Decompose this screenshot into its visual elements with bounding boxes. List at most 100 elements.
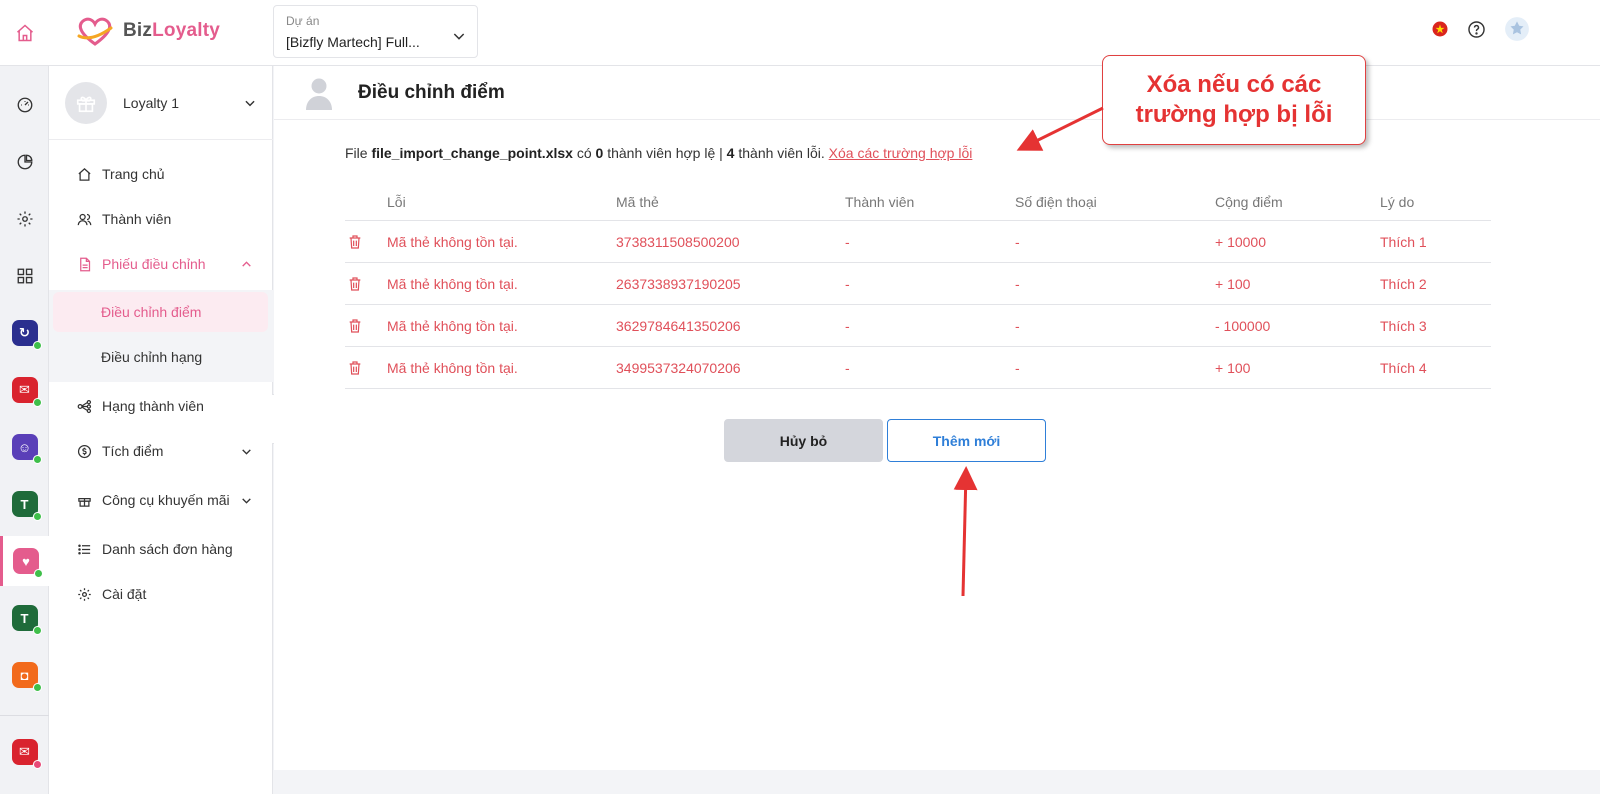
cell-card: 3629784641350206 xyxy=(616,317,741,334)
rail-divider xyxy=(0,715,49,716)
error-table: Lỗi Mã thẻ Thành viên Số điện thoại Cộng… xyxy=(345,184,1491,389)
cell-member: - xyxy=(845,275,850,292)
app-shop-bag-icon: ◘ xyxy=(11,662,42,692)
sidebar-item-settings[interactable]: Cài đặt xyxy=(49,574,273,614)
summary-text: có xyxy=(576,145,592,161)
rail-apps-button[interactable] xyxy=(0,251,49,301)
summary-text: thành viên hợp lệ | xyxy=(607,145,723,161)
app-loyalty-icon: ♥ xyxy=(13,548,43,578)
trash-icon xyxy=(349,276,361,291)
cell-error: Mã thẻ không tồn tại. xyxy=(387,359,518,376)
document-icon xyxy=(80,257,91,271)
callout-text: Xóa nếu có các trường hợp bị lỗi xyxy=(1135,71,1333,128)
app-green-t-icon: T xyxy=(11,605,42,635)
submenu-adjustment: Điều chỉnh điểm Điều chỉnh hạng xyxy=(49,290,273,382)
header-member: Thành viên xyxy=(845,194,915,210)
rail-report-button[interactable] xyxy=(0,137,49,187)
chevron-down-icon xyxy=(453,33,465,40)
rail-app-4[interactable]: T xyxy=(0,479,49,529)
rail-app-6[interactable]: ◘ xyxy=(0,650,49,700)
user-avatar-icon[interactable] xyxy=(1504,16,1530,42)
logo-text: BizLoyalty xyxy=(123,20,221,41)
rail-app-2[interactable]: ✉ xyxy=(0,365,49,415)
sidebar-item-order-list[interactable]: Danh sách đơn hàng xyxy=(49,529,273,569)
sidebar-item-home[interactable]: Trang chủ xyxy=(49,154,273,194)
sidebar-item-label: Tích điểm xyxy=(102,443,164,459)
top-bar: BizLoyalty Dự án [Bizfly Martech] Full..… xyxy=(49,0,1600,66)
app-mail-icon: ✉ xyxy=(11,739,42,769)
add-new-button[interactable]: Thêm mới xyxy=(887,419,1046,462)
table-row: Mã thẻ không tồn tại. 3499537324070206 -… xyxy=(345,347,1491,389)
cell-phone: - xyxy=(1015,275,1020,292)
cell-phone: - xyxy=(1015,317,1020,334)
project-value: [Bizfly Martech] Full... xyxy=(286,34,420,50)
sidebar-item-label: Danh sách đơn hàng xyxy=(102,541,233,557)
import-summary: File file_import_change_point.xlsx có 0 … xyxy=(345,145,972,161)
delete-errors-link[interactable]: Xóa các trường hợp lỗi xyxy=(829,145,973,161)
app-bot-icon: ☺ xyxy=(11,434,42,464)
sidebar-item-accumulate-points[interactable]: Tích điểm xyxy=(49,431,273,471)
cell-card: 2637338937190205 xyxy=(616,275,741,292)
header-reason: Lý do xyxy=(1380,194,1415,210)
table-row: Mã thẻ không tồn tại. 3629784641350206 -… xyxy=(345,305,1491,347)
cell-reason: Thích 3 xyxy=(1380,317,1427,334)
rail-settings-button[interactable] xyxy=(0,194,49,244)
app-swirl-icon: ↻ xyxy=(11,320,42,350)
delete-row-button[interactable] xyxy=(347,263,367,304)
rail-app-1[interactable]: ↻ xyxy=(0,308,49,358)
cancel-button[interactable]: Hủy bỏ xyxy=(724,419,883,462)
summary-valid-count: 0 xyxy=(595,145,604,161)
help-icon[interactable] xyxy=(1467,20,1486,39)
page-title: Điều chỉnh điểm xyxy=(358,82,505,103)
person-icon xyxy=(306,78,332,110)
rail-app-loyalty[interactable]: ♥ xyxy=(0,536,49,586)
cell-phone: - xyxy=(1015,359,1020,376)
sidebar-item-label: Trang chủ xyxy=(102,166,165,182)
sidebar-subitem-adjust-points[interactable]: Điều chỉnh điểm xyxy=(53,292,268,332)
delete-row-button[interactable] xyxy=(347,347,367,388)
cell-error: Mã thẻ không tồn tại. xyxy=(387,275,518,292)
annotation-callout: Xóa nếu có các trường hợp bị lỗi xyxy=(1102,55,1366,145)
vietnam-flag-icon[interactable] xyxy=(1431,20,1449,38)
bizloyalty-logo[interactable]: BizLoyalty xyxy=(73,14,220,48)
sidebar-item-label: Phiếu điều chỉnh xyxy=(102,256,206,272)
trash-icon xyxy=(349,360,361,375)
main-content: Điều chỉnh điểm File file_import_change_… xyxy=(274,66,1600,770)
sidebar-item-label: Cài đặt xyxy=(102,586,147,602)
rail-home-button[interactable] xyxy=(0,0,49,66)
sidebar-item-member-rank[interactable]: Hạng thành viên xyxy=(49,386,273,426)
summary-filename: file_import_change_point.xlsx xyxy=(371,145,573,161)
sidebar-item-adjustment-voucher[interactable]: Phiếu điều chỉnh xyxy=(49,244,273,284)
users-icon xyxy=(77,213,92,225)
delete-row-button[interactable] xyxy=(347,221,367,262)
chevron-down-icon xyxy=(245,100,255,107)
dashboard-icon xyxy=(17,97,32,113)
chevron-up-icon xyxy=(242,261,251,267)
heart-logo-icon xyxy=(77,17,113,46)
rail-app-5[interactable]: T xyxy=(0,593,49,643)
delete-row-button[interactable] xyxy=(347,305,367,346)
pie-chart-icon xyxy=(17,154,32,170)
sidebar-item-promotion-tools[interactable]: Công cụ khuyến mãi xyxy=(49,480,273,520)
summary-error-count: 4 xyxy=(726,145,735,161)
cell-points: - 100000 xyxy=(1215,317,1271,334)
loyalty-program-selector[interactable]: Loyalty 1 xyxy=(49,66,273,140)
apps-grid-icon xyxy=(17,268,32,284)
app-mail-icon: ✉ xyxy=(11,377,42,407)
sidebar-item-label: Công cụ khuyến mãi xyxy=(102,492,230,508)
rail-app-7[interactable]: ✉ xyxy=(0,727,49,777)
coin-icon xyxy=(77,444,92,458)
subitem-label: Điều chỉnh hạng xyxy=(101,349,203,365)
project-selector[interactable]: Dự án [Bizfly Martech] Full... xyxy=(273,5,478,58)
gear-icon xyxy=(78,587,91,601)
sidebar-subitem-adjust-rank[interactable]: Điều chỉnh hạng xyxy=(53,337,268,377)
sidebar-item-label: Hạng thành viên xyxy=(102,398,204,414)
rail-app-3[interactable]: ☺ xyxy=(0,422,49,472)
sidebar-item-members[interactable]: Thành viên xyxy=(49,199,273,239)
settings-icon xyxy=(17,211,32,227)
gift-icon xyxy=(76,96,96,113)
rail-dashboard-button[interactable] xyxy=(0,80,49,130)
header-points: Cộng điểm xyxy=(1215,194,1283,210)
cell-member: - xyxy=(845,359,850,376)
chevron-down-icon xyxy=(242,498,251,504)
